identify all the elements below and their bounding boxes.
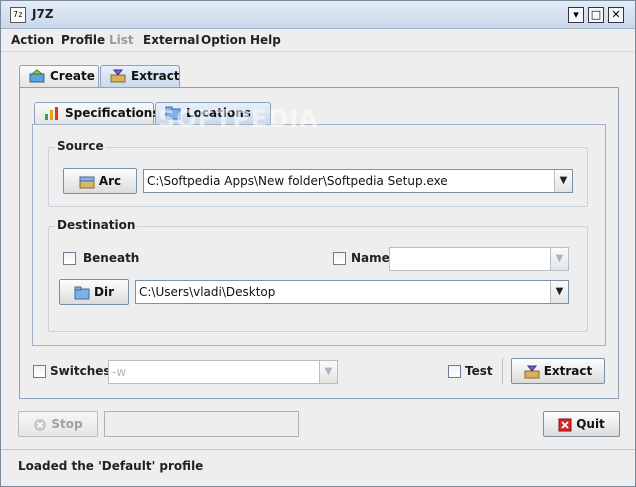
tab-create[interactable]: Create bbox=[19, 65, 99, 87]
tab-create-label: Create bbox=[50, 69, 95, 83]
extract-panel: Specifications Locations Source Arc C:\S… bbox=[19, 87, 619, 399]
locations-panel: Source Arc C:\Softpedia Apps\New folder\… bbox=[32, 124, 606, 346]
destination-title: Destination bbox=[55, 218, 138, 232]
dir-button[interactable]: Dir bbox=[59, 279, 129, 305]
test-checkbox[interactable] bbox=[448, 365, 461, 378]
window-title: J7Z bbox=[32, 7, 54, 21]
source-group: Source Arc C:\Softpedia Apps\New folder\… bbox=[48, 139, 588, 207]
status-bar: Loaded the 'Default' profile bbox=[1, 449, 635, 486]
tab-specifications[interactable]: Specifications bbox=[34, 102, 159, 124]
menu-bar: Action Profile List External Option Help bbox=[1, 30, 635, 52]
tab-extract-label: Extract bbox=[131, 69, 180, 83]
progress-field bbox=[104, 411, 299, 437]
beneath-checkbox[interactable] bbox=[63, 252, 76, 265]
chevron-down-icon[interactable]: ▼ bbox=[319, 361, 337, 383]
destination-group: Destination Beneath Name ▼ Dir C:\Users\ bbox=[48, 218, 588, 332]
archive-icon bbox=[79, 176, 95, 188]
switches-combo[interactable]: -w ▼ bbox=[108, 360, 338, 384]
dir-path-combo[interactable]: C:\Users\vladi\Desktop ▼ bbox=[135, 280, 569, 304]
beneath-label: Beneath bbox=[83, 251, 140, 265]
menu-list: List bbox=[109, 33, 134, 47]
quit-icon bbox=[558, 418, 572, 431]
switches-label: Switches bbox=[50, 364, 111, 378]
close-icon[interactable]: ✕ bbox=[608, 7, 624, 23]
menu-external[interactable]: External bbox=[143, 33, 199, 47]
extract-button[interactable]: Extract bbox=[511, 358, 605, 384]
menu-profile[interactable]: Profile bbox=[61, 33, 105, 47]
stop-button-label: Stop bbox=[51, 417, 83, 431]
tab-specifications-label: Specifications bbox=[65, 106, 160, 120]
maximize-icon[interactable]: □ bbox=[588, 7, 604, 23]
dir-button-label: Dir bbox=[94, 285, 114, 299]
tab-extract[interactable]: Extract bbox=[100, 65, 180, 87]
chevron-down-icon[interactable]: ▼ bbox=[550, 248, 568, 270]
separator bbox=[502, 358, 503, 384]
bar-chart-icon bbox=[45, 107, 58, 120]
source-title: Source bbox=[55, 139, 106, 153]
quit-button-label: Quit bbox=[576, 417, 605, 431]
stop-button: Stop bbox=[18, 411, 98, 437]
dir-path-value: C:\Users\vladi\Desktop bbox=[139, 285, 276, 299]
extract-button-label: Extract bbox=[543, 364, 593, 378]
minimize-icon[interactable]: ▾ bbox=[568, 7, 584, 23]
quit-button[interactable]: Quit bbox=[543, 411, 620, 437]
name-checkbox[interactable] bbox=[333, 252, 346, 265]
extract-icon bbox=[524, 365, 540, 378]
archive-path-combo[interactable]: C:\Softpedia Apps\New folder\Softpedia S… bbox=[143, 169, 573, 193]
archive-path-value: C:\Softpedia Apps\New folder\Softpedia S… bbox=[147, 174, 448, 188]
arc-button-label: Arc bbox=[98, 174, 122, 188]
title-bar[interactable]: 7z J7Z ▾ □ ✕ bbox=[1, 1, 635, 29]
watermark: SOFTPEDIA bbox=[158, 105, 319, 133]
app-window: 7z J7Z ▾ □ ✕ Action Profile List Externa… bbox=[0, 0, 636, 487]
chevron-down-icon[interactable]: ▼ bbox=[554, 170, 572, 192]
switches-checkbox[interactable] bbox=[33, 365, 46, 378]
arc-button[interactable]: Arc bbox=[63, 168, 137, 194]
menu-action[interactable]: Action bbox=[11, 33, 54, 47]
stop-icon bbox=[34, 418, 47, 431]
create-icon bbox=[29, 69, 45, 83]
test-label: Test bbox=[465, 364, 493, 378]
chevron-down-icon[interactable]: ▼ bbox=[550, 281, 568, 303]
menu-help[interactable]: Help bbox=[250, 33, 281, 47]
name-combo[interactable]: ▼ bbox=[389, 247, 569, 271]
app-icon: 7z bbox=[10, 7, 26, 23]
folder-icon bbox=[74, 286, 90, 299]
extract-icon bbox=[110, 69, 126, 83]
switches-value: -w bbox=[112, 365, 127, 379]
menu-option[interactable]: Option bbox=[201, 33, 246, 47]
status-text: Loaded the 'Default' profile bbox=[18, 459, 204, 473]
name-label: Name bbox=[351, 251, 390, 265]
